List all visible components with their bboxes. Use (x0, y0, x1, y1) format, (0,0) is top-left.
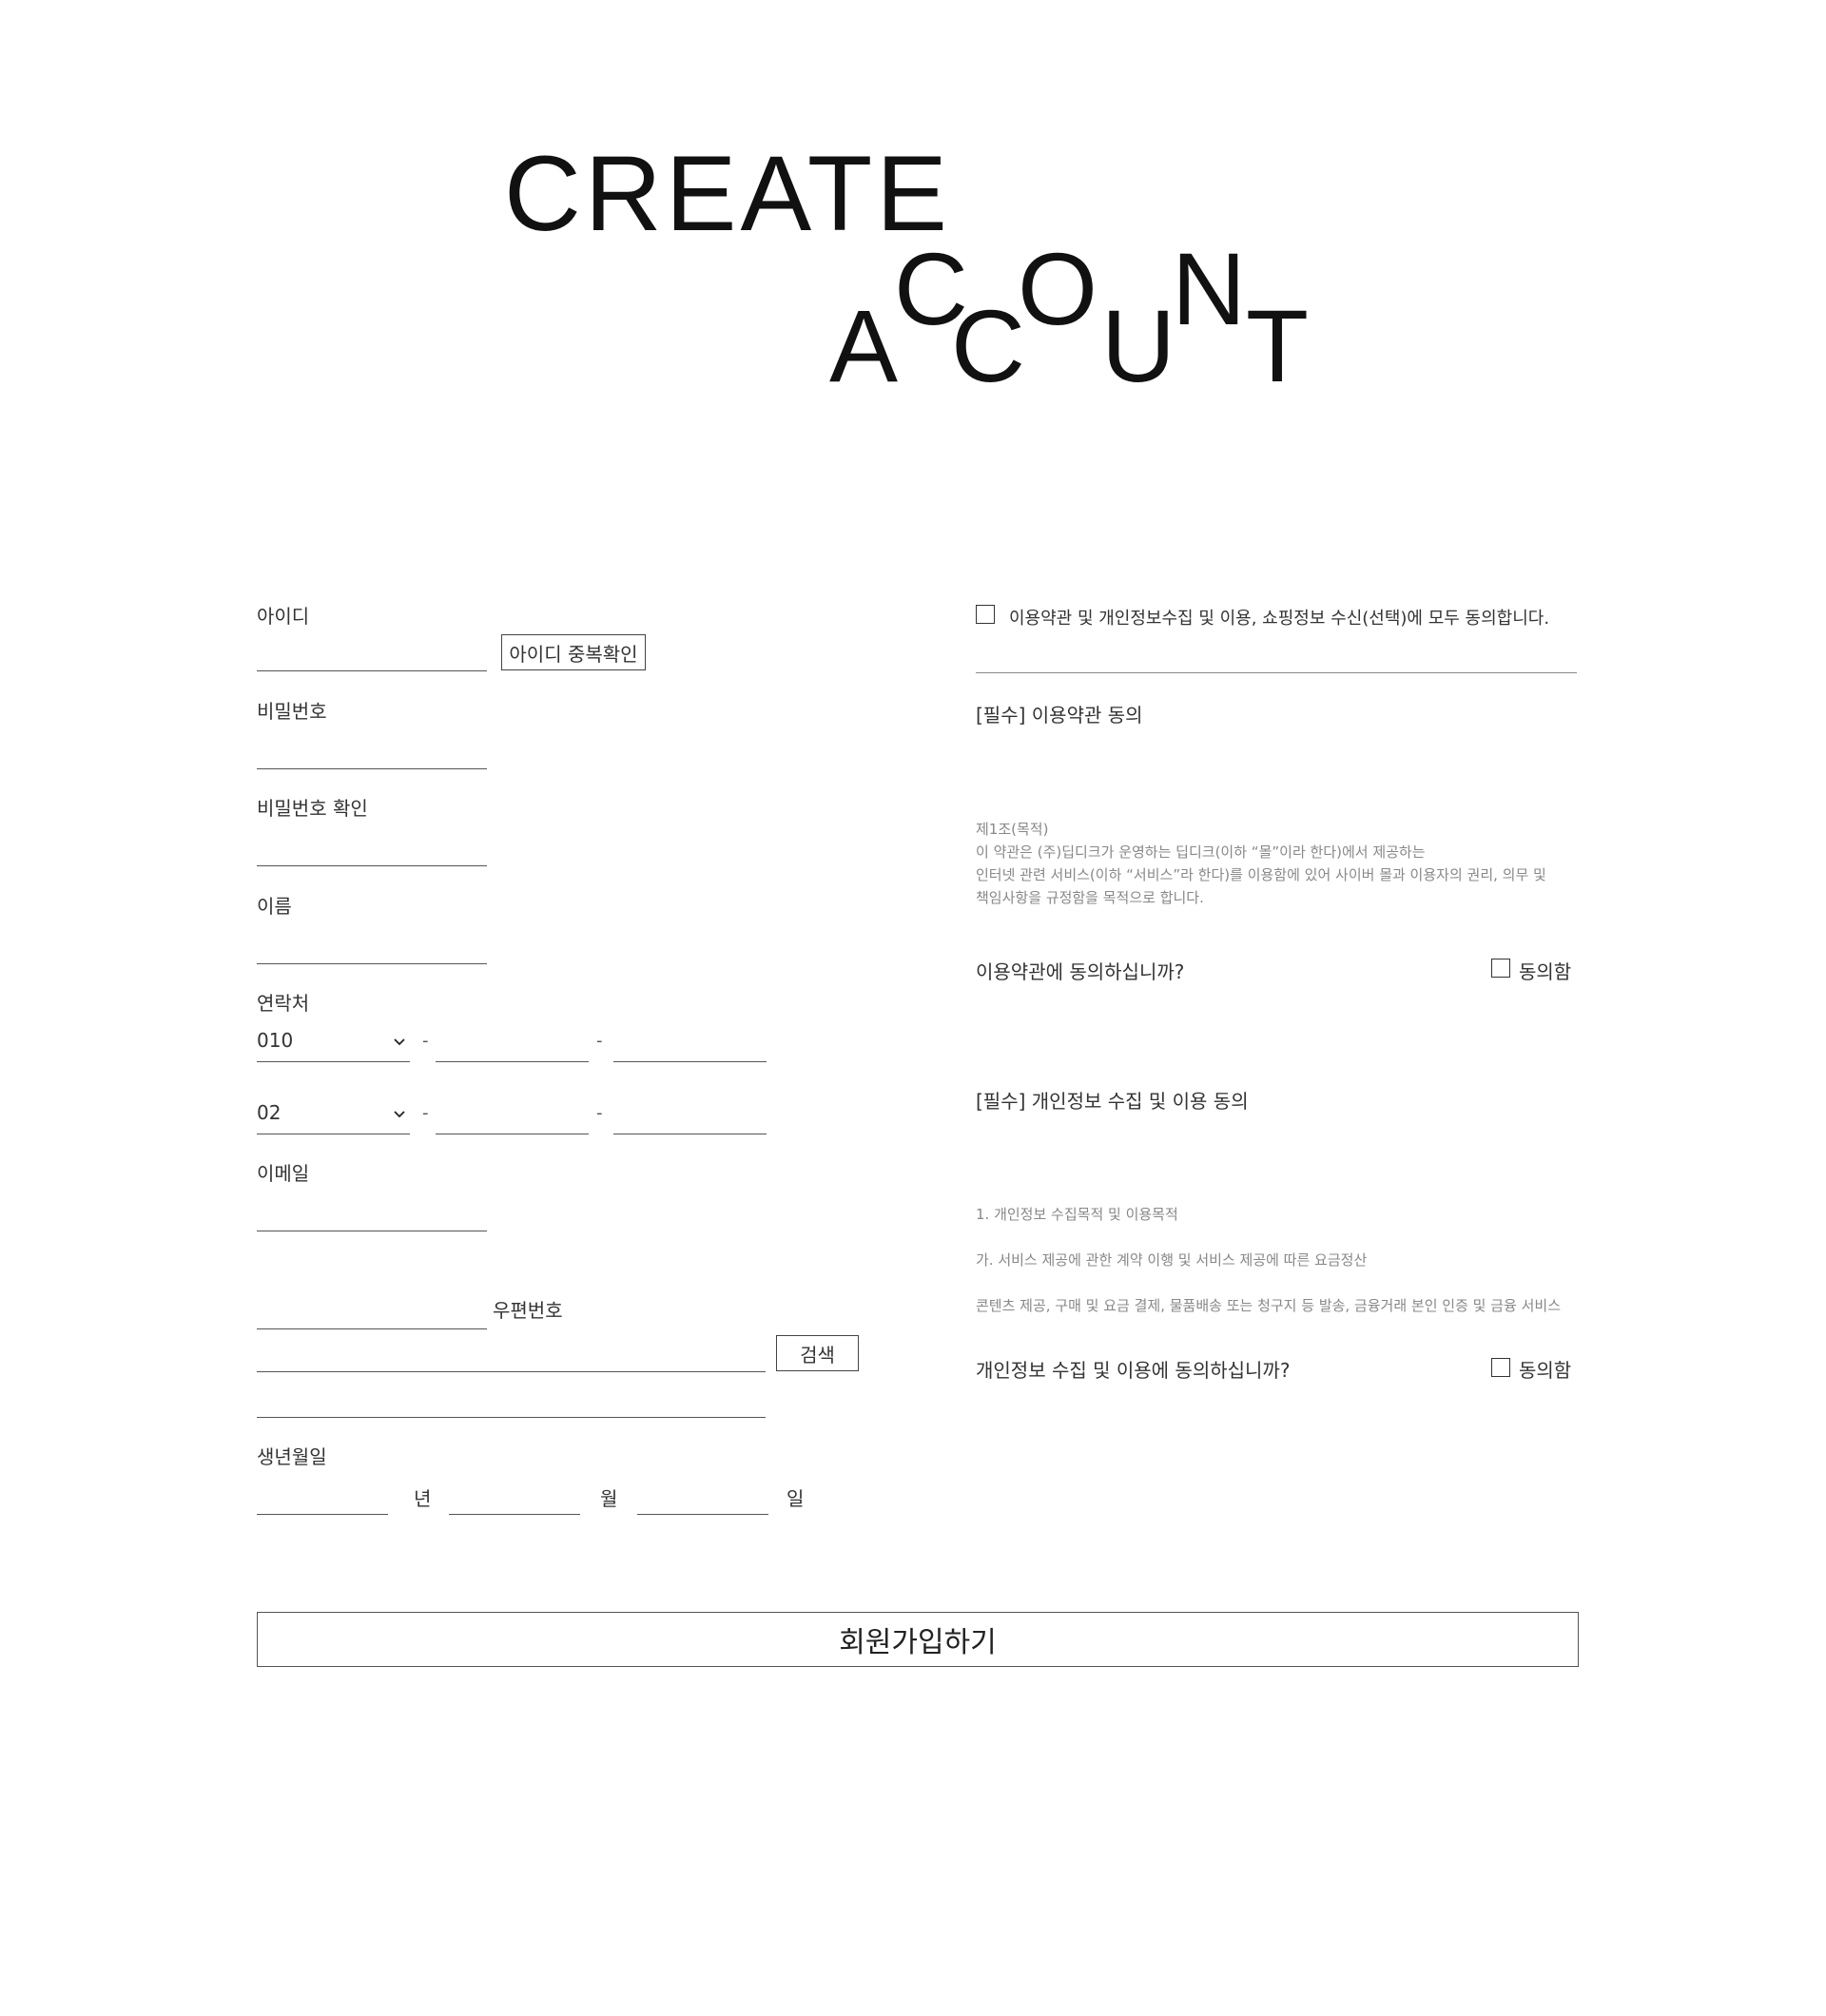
terms-question: 이용약관에 동의하십니까? (976, 960, 1185, 983)
terms-line: 인터넷 관련 서비스(이하 “서비스”라 한다)를 이용함에 있어 사이버 몰과… (976, 866, 1546, 883)
agree-all-checkbox[interactable] (976, 605, 995, 624)
phone1-prefix-select[interactable]: 010 (257, 1029, 293, 1052)
divider (976, 672, 1577, 673)
title-letter: A (829, 288, 899, 403)
phone-dash: - (422, 1031, 429, 1051)
terms-title: [필수] 이용약관 동의 (976, 704, 1143, 727)
title-letter: T (1246, 288, 1309, 403)
phone-dash: - (596, 1031, 603, 1051)
title-create: CREATE (504, 134, 951, 253)
id-check-button[interactable]: 아이디 중복확인 (501, 634, 646, 670)
terms-line: 이 약관은 (주)딥디크가 운영하는 딥디크(이하 “몰”이라 한다)에서 제공… (976, 843, 1426, 861)
month-unit: 월 (600, 1487, 618, 1510)
address-input[interactable] (257, 1371, 766, 1372)
year-unit: 년 (414, 1487, 432, 1510)
password-input[interactable] (257, 768, 487, 769)
privacy-line: 콘텐츠 제공, 구매 및 요금 결제, 물품배송 또는 청구지 등 발송, 금융… (976, 1297, 1561, 1314)
terms-agree-label: 동의함 (1519, 960, 1572, 983)
agree-all-text: 이용약관 및 개인정보수집 및 이용, 쇼핑정보 수신(선택)에 모두 동의합니… (1009, 609, 1550, 629)
phone-dash: - (422, 1103, 429, 1123)
birth-month-input[interactable] (449, 1514, 580, 1515)
title-letter: N (1172, 231, 1246, 346)
name-input[interactable] (257, 963, 487, 964)
password-label: 비밀번호 (257, 700, 327, 723)
privacy-line: 가. 서비스 제공에 관한 계약 이행 및 서비스 제공에 따른 요금정산 (976, 1251, 1368, 1269)
postcode-label: 우편번호 (493, 1299, 563, 1322)
password-confirm-label: 비밀번호 확인 (257, 797, 368, 820)
address-detail-input[interactable] (257, 1417, 766, 1418)
terms-line: 제1조(목적) (976, 821, 1049, 838)
title-letter: O (1018, 231, 1098, 346)
privacy-agree-checkbox[interactable] (1491, 1358, 1510, 1377)
phone-dash: - (596, 1103, 603, 1123)
privacy-question: 개인정보 수집 및 이용에 동의하십니까? (976, 1359, 1291, 1382)
birth-year-input[interactable] (257, 1514, 388, 1515)
email-label: 이메일 (257, 1162, 310, 1185)
phone2-prefix-select[interactable]: 02 (257, 1101, 281, 1124)
chevron-down-icon[interactable] (394, 1037, 405, 1048)
terms-agree-checkbox[interactable] (1491, 959, 1510, 978)
birth-day-input[interactable] (637, 1514, 768, 1515)
terms-line: 책임사항을 규정함을 목적으로 합니다. (976, 889, 1204, 906)
id-input[interactable] (257, 670, 487, 671)
chevron-down-icon[interactable] (394, 1109, 405, 1120)
day-unit: 일 (787, 1487, 805, 1510)
phone1-prefix-underline (257, 1061, 410, 1062)
privacy-line: 1. 개인정보 수집목적 및 이용목적 (976, 1206, 1178, 1223)
title-letter: U (1101, 288, 1175, 403)
phone1-last-input[interactable] (613, 1061, 767, 1062)
name-label: 이름 (257, 895, 292, 918)
privacy-title: [필수] 개인정보 수집 및 이용 동의 (976, 1090, 1249, 1113)
title-letter: C (951, 288, 1025, 403)
contact-label: 연락처 (257, 992, 310, 1015)
signup-submit-button[interactable]: 회원가입하기 (257, 1612, 1579, 1667)
privacy-agree-label: 동의함 (1519, 1359, 1572, 1382)
password-confirm-input[interactable] (257, 865, 487, 866)
address-search-button[interactable]: 검색 (776, 1335, 859, 1371)
postcode-input[interactable] (257, 1328, 487, 1329)
phone1-middle-input[interactable] (436, 1061, 589, 1062)
id-label: 아이디 (257, 605, 310, 628)
birthday-label: 생년월일 (257, 1445, 327, 1468)
